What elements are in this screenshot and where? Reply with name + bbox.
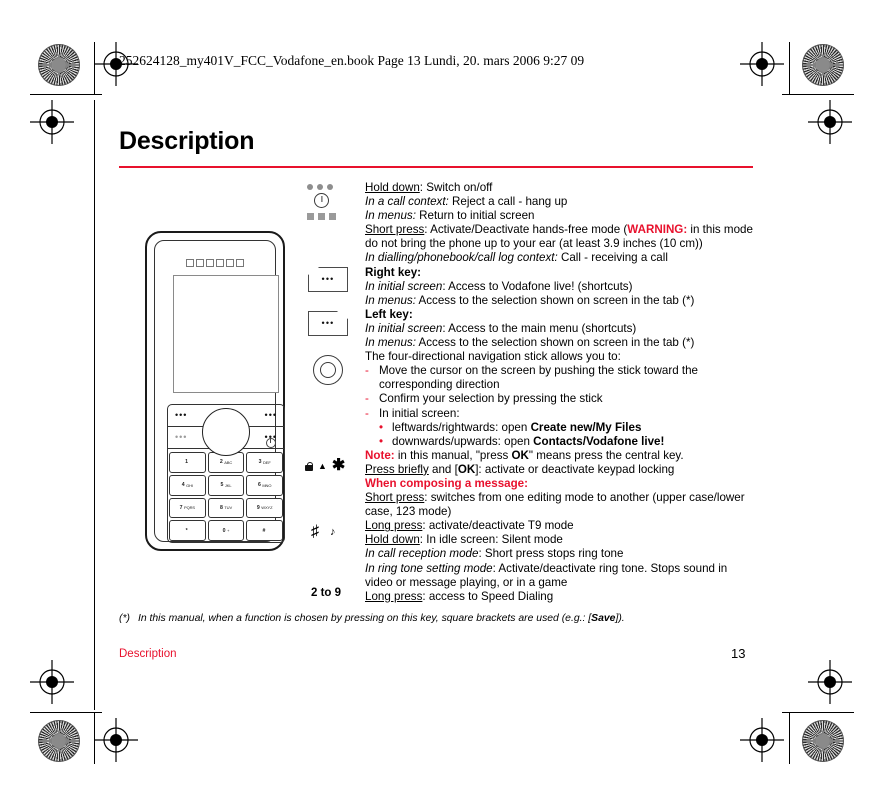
left-key-dots-icon: ••• [321, 318, 335, 328]
key-functions-description: Hold down: Switch on/off In a call conte… [365, 181, 755, 604]
power-key-line-2: In a call context: Reject a call - hang … [365, 195, 568, 209]
star-key-line-3: Long press: activate/deactivate T9 mode [365, 519, 574, 533]
hash-key-line-1: Hold down: In idle screen: Silent mode [365, 533, 563, 547]
power-key-icon-group [307, 184, 336, 220]
navigation-dash-item: - Confirm your selection by pressing the … [365, 392, 603, 406]
hash-key-icon-group: ♯ ♪ [311, 524, 336, 540]
keypad-key: 0 + [207, 520, 245, 541]
footer-chapter-label: Description [119, 648, 177, 660]
phone-inner-frame: ••• ••• ••• ••• 1 2 ABC 3 DEF 4 GHI 5 JKL 6M… [154, 240, 285, 543]
right-key-dots-icon: ••• [321, 274, 335, 284]
power-symbol-icon [314, 193, 329, 208]
star-key-icon-group: ▲ ✱ [305, 458, 345, 474]
phone-keypad-area: ••• ••• ••• ••• 1 2 ABC 3 DEF 4 GHI 5 JKL 6M… [167, 404, 285, 543]
hash-key-icon: ♯ [311, 523, 319, 540]
left-softkey-dots-icon: ••• [175, 410, 188, 420]
keypad-key: 4 GHI [169, 474, 206, 496]
left-key-line-1: In initial screen: Access to the main me… [365, 321, 637, 335]
keypad-key: 1 [169, 452, 206, 473]
phone-illustration: ••• ••• ••• ••• 1 2 ABC 3 DEF 4 GHI 5 JKL 6M… [145, 231, 285, 551]
call-key-line-1: Short press: Activate/Deactivate hands-f… [365, 223, 753, 251]
call-key-line-2: In dialling/phonebook/call log context: … [365, 251, 668, 265]
footer-page-number: 13 [731, 646, 746, 661]
bullet-marker: • [379, 420, 384, 434]
navigation-bullet-item: • downwards/upwards: open Contacts/Vodafo… [379, 434, 665, 448]
power-key-line-3: In menus: Return to initial screen [365, 209, 535, 223]
three-dots-icon [307, 184, 336, 190]
navigation-stick-illustration [202, 408, 250, 456]
left-key-icon: ••• [308, 311, 348, 336]
right-key-line-2: In menus: Access to the selection shown … [365, 293, 695, 307]
numeric-keypad-grid: 1 2 ABC 3 DEF 4 GHI 5 JKL 6 MNO 7 PQRS 8 TUV 9W… [168, 451, 284, 542]
keypad-key: 9 WXYZ [246, 497, 283, 519]
dash-marker: - [365, 406, 369, 420]
music-note-icon: ♪ [330, 525, 336, 538]
footnote-marker: (*) [119, 613, 130, 624]
power-end-key-icon [266, 437, 276, 448]
bullet-marker: • [379, 434, 384, 448]
keypad-key: 5 JKL [207, 474, 245, 496]
power-key-line-1: Hold down: Switch on/off [365, 181, 493, 194]
page-footnote: (*) In this manual, when a function is c… [119, 612, 759, 625]
right-softkey-dots-icon: ••• [264, 410, 277, 420]
speed-dial-key-label: 2 to 9 [311, 587, 342, 599]
keypad-key: 8 TUV [207, 497, 245, 519]
speed-dial-line: Long press: access to Speed Dialing [365, 589, 554, 603]
page-title: Description [119, 127, 255, 155]
keypad-key: # [246, 520, 283, 541]
earpiece-speaker-grille [186, 259, 244, 267]
navigation-note: Note: in this manual, "press OK" means p… [365, 448, 684, 462]
hash-key-line-3: In ring tone setting mode: Activate/deac… [365, 561, 728, 589]
keypad-lock-icon [305, 461, 313, 471]
keypad-key: 6 MNO [246, 474, 283, 496]
left-key-line-2: In menus: Access to the selection shown … [365, 336, 695, 350]
dash-marker: - [365, 392, 369, 406]
keypad-key: 7 PQRS [169, 497, 206, 519]
keypad-key: 3 DEF [246, 452, 283, 473]
hash-key-line-2: In call reception mode: Short press stop… [365, 547, 624, 561]
phone-display-screen [173, 275, 279, 393]
navigation-dash-item: - Move the cursor on the screen by pushin… [365, 364, 698, 392]
composing-message-subtitle: When composing a message: [365, 476, 528, 490]
dash-marker: - [365, 364, 369, 378]
three-squares-icon [307, 213, 336, 220]
keypad-key: * [169, 520, 206, 541]
right-key-title: Right key: [365, 265, 422, 279]
navigation-intro: The four-directional navigation stick al… [365, 350, 621, 364]
navigation-stick-icon [313, 355, 343, 385]
right-key-icon: ••• [308, 267, 348, 292]
up-arrow-icon: ▲ [318, 460, 327, 471]
navigation-dash-item: - In initial screen: [365, 406, 460, 420]
right-key-line-1: In initial screen: Access to Vodafone li… [365, 279, 633, 293]
title-underline-rule [119, 166, 753, 168]
footnote-body: In this manual, when a function is chose… [137, 613, 625, 624]
navigation-bullet-item: • leftwards/rightwards: open Create new/M… [379, 420, 642, 434]
manual-page: Description ••• ••• ••• ••• 1 2 ABC 3 DE… [0, 0, 884, 796]
star-key-line-2: Short press: switches from one editing m… [365, 491, 745, 519]
left-secondary-dots-icon: ••• [175, 432, 188, 442]
star-key-line-1: Press briefly and [OK]: activate or deac… [365, 462, 675, 476]
asterisk-key-icon: ✱ [331, 457, 346, 474]
left-key-title: Left key: [365, 307, 413, 321]
